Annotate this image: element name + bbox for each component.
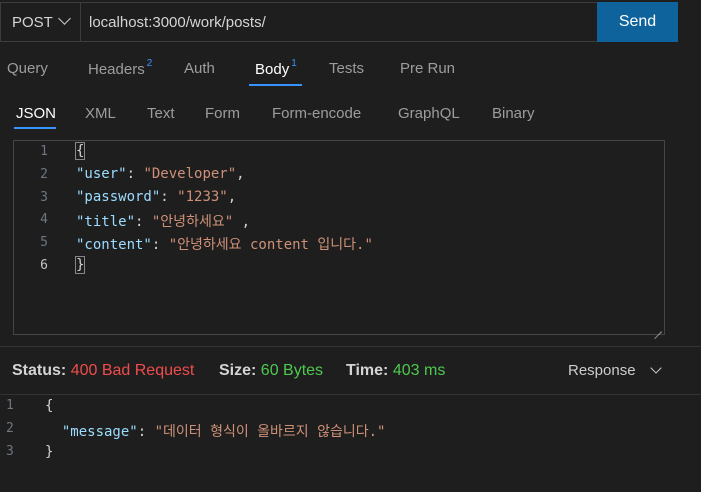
json-close-brace: } <box>45 444 54 460</box>
active-body-tab-indicator <box>14 127 56 129</box>
size-value: 60 Bytes <box>260 362 324 379</box>
body-tab-xml[interactable]: XML <box>85 105 116 122</box>
body-tab-graphql[interactable]: GraphQL <box>398 105 460 122</box>
json-string: "데이터 형식이 올바르지 않습니다." <box>154 424 386 440</box>
size-label: Size: <box>219 362 257 379</box>
send-button[interactable]: Send <box>597 2 678 42</box>
json-key: "password" <box>76 189 161 205</box>
json-close-brace: } <box>74 256 86 274</box>
code-line: "title": "안녕하세요" , <box>76 214 250 230</box>
time-info: Time: 403 ms <box>346 362 445 380</box>
json-key: "content" <box>76 237 152 253</box>
tab-auth[interactable]: Auth <box>184 60 215 77</box>
divider <box>0 346 701 347</box>
line-number: 5 <box>40 235 48 250</box>
tab-label: Tests <box>329 60 365 77</box>
body-tab-text[interactable]: Text <box>147 105 175 122</box>
code-line: } <box>45 444 53 460</box>
json-string: "1233" <box>177 189 228 205</box>
code-line: "content": "안녕하세요 content 입니다." <box>76 237 373 253</box>
code-line: "password": "1233", <box>76 189 237 205</box>
time-value: 403 ms <box>392 362 446 379</box>
body-tab-form[interactable]: Form <box>205 105 240 122</box>
code-line: "user": "Developer", <box>76 166 245 182</box>
method-select[interactable]: POST <box>1 3 81 41</box>
tab-label: Body <box>255 61 290 78</box>
active-tab-indicator <box>249 84 302 86</box>
status-label: Status: <box>12 362 67 379</box>
tab-query[interactable]: Query <box>7 60 48 77</box>
json-string: "Developer" <box>143 166 237 182</box>
chevron-down-icon <box>58 12 71 25</box>
line-number: 2 <box>40 167 48 182</box>
tab-label: Pre Run <box>400 60 456 77</box>
json-key: "user" <box>76 166 127 182</box>
tab-pre-run[interactable]: Pre Run <box>400 60 455 77</box>
tab-label: Auth <box>184 60 215 77</box>
line-number: 3 <box>40 190 48 205</box>
response-body: 1 2 3 { "message": "데이터 형식이 올바르지 않습니다." … <box>0 395 701 492</box>
tab-body[interactable]: Body 1 <box>255 58 297 78</box>
code-line: { <box>74 142 86 160</box>
json-body-editor[interactable]: 1 2 3 4 5 6 { "user": "Developer", "pass… <box>13 140 665 335</box>
json-key: "message" <box>61 424 138 440</box>
code-line: { <box>45 398 53 414</box>
url-input[interactable]: localhost:3000/work/posts/ <box>89 3 266 41</box>
tab-label: Query <box>7 60 48 77</box>
tab-headers[interactable]: Headers 2 <box>88 58 153 78</box>
tab-tests[interactable]: Tests <box>329 60 364 77</box>
line-number-current: 6 <box>40 258 48 273</box>
json-string: "안녕하세요 content 입니다." <box>168 237 373 253</box>
response-view-select[interactable]: Response <box>568 362 636 379</box>
request-bar: POST localhost:3000/work/posts/ Send <box>0 2 678 42</box>
json-key: "title" <box>76 214 136 230</box>
size-info: Size: 60 Bytes <box>219 362 323 380</box>
code-line: "message": "데이터 형식이 올바르지 않습니다." <box>61 424 386 440</box>
tab-badge: 2 <box>146 58 153 69</box>
line-number: 1 <box>6 398 14 413</box>
body-tab-form-encode[interactable]: Form-encode <box>272 105 361 122</box>
line-number: 2 <box>6 421 14 436</box>
code-line: } <box>74 256 86 274</box>
line-number: 3 <box>6 444 14 459</box>
line-number: 1 <box>40 144 48 159</box>
chevron-down-icon[interactable] <box>650 362 662 374</box>
request-tabs: Query Headers 2 Auth Body 1 Tests Pre Run <box>0 56 701 86</box>
json-open-brace: { <box>45 398 54 414</box>
tab-badge: 1 <box>291 58 297 69</box>
json-string: "안녕하세요" <box>151 214 234 230</box>
resize-handle-icon[interactable] <box>654 324 662 332</box>
time-label: Time: <box>346 362 389 379</box>
status-info: Status: 400 Bad Request <box>12 362 194 380</box>
body-tab-json[interactable]: JSON <box>16 105 56 122</box>
status-value: 400 Bad Request <box>70 362 195 379</box>
tab-label: Headers <box>88 61 145 78</box>
method-label: POST <box>12 13 53 31</box>
body-tab-binary[interactable]: Binary <box>492 105 535 122</box>
line-number: 4 <box>40 212 48 227</box>
json-open-brace: { <box>74 142 86 160</box>
